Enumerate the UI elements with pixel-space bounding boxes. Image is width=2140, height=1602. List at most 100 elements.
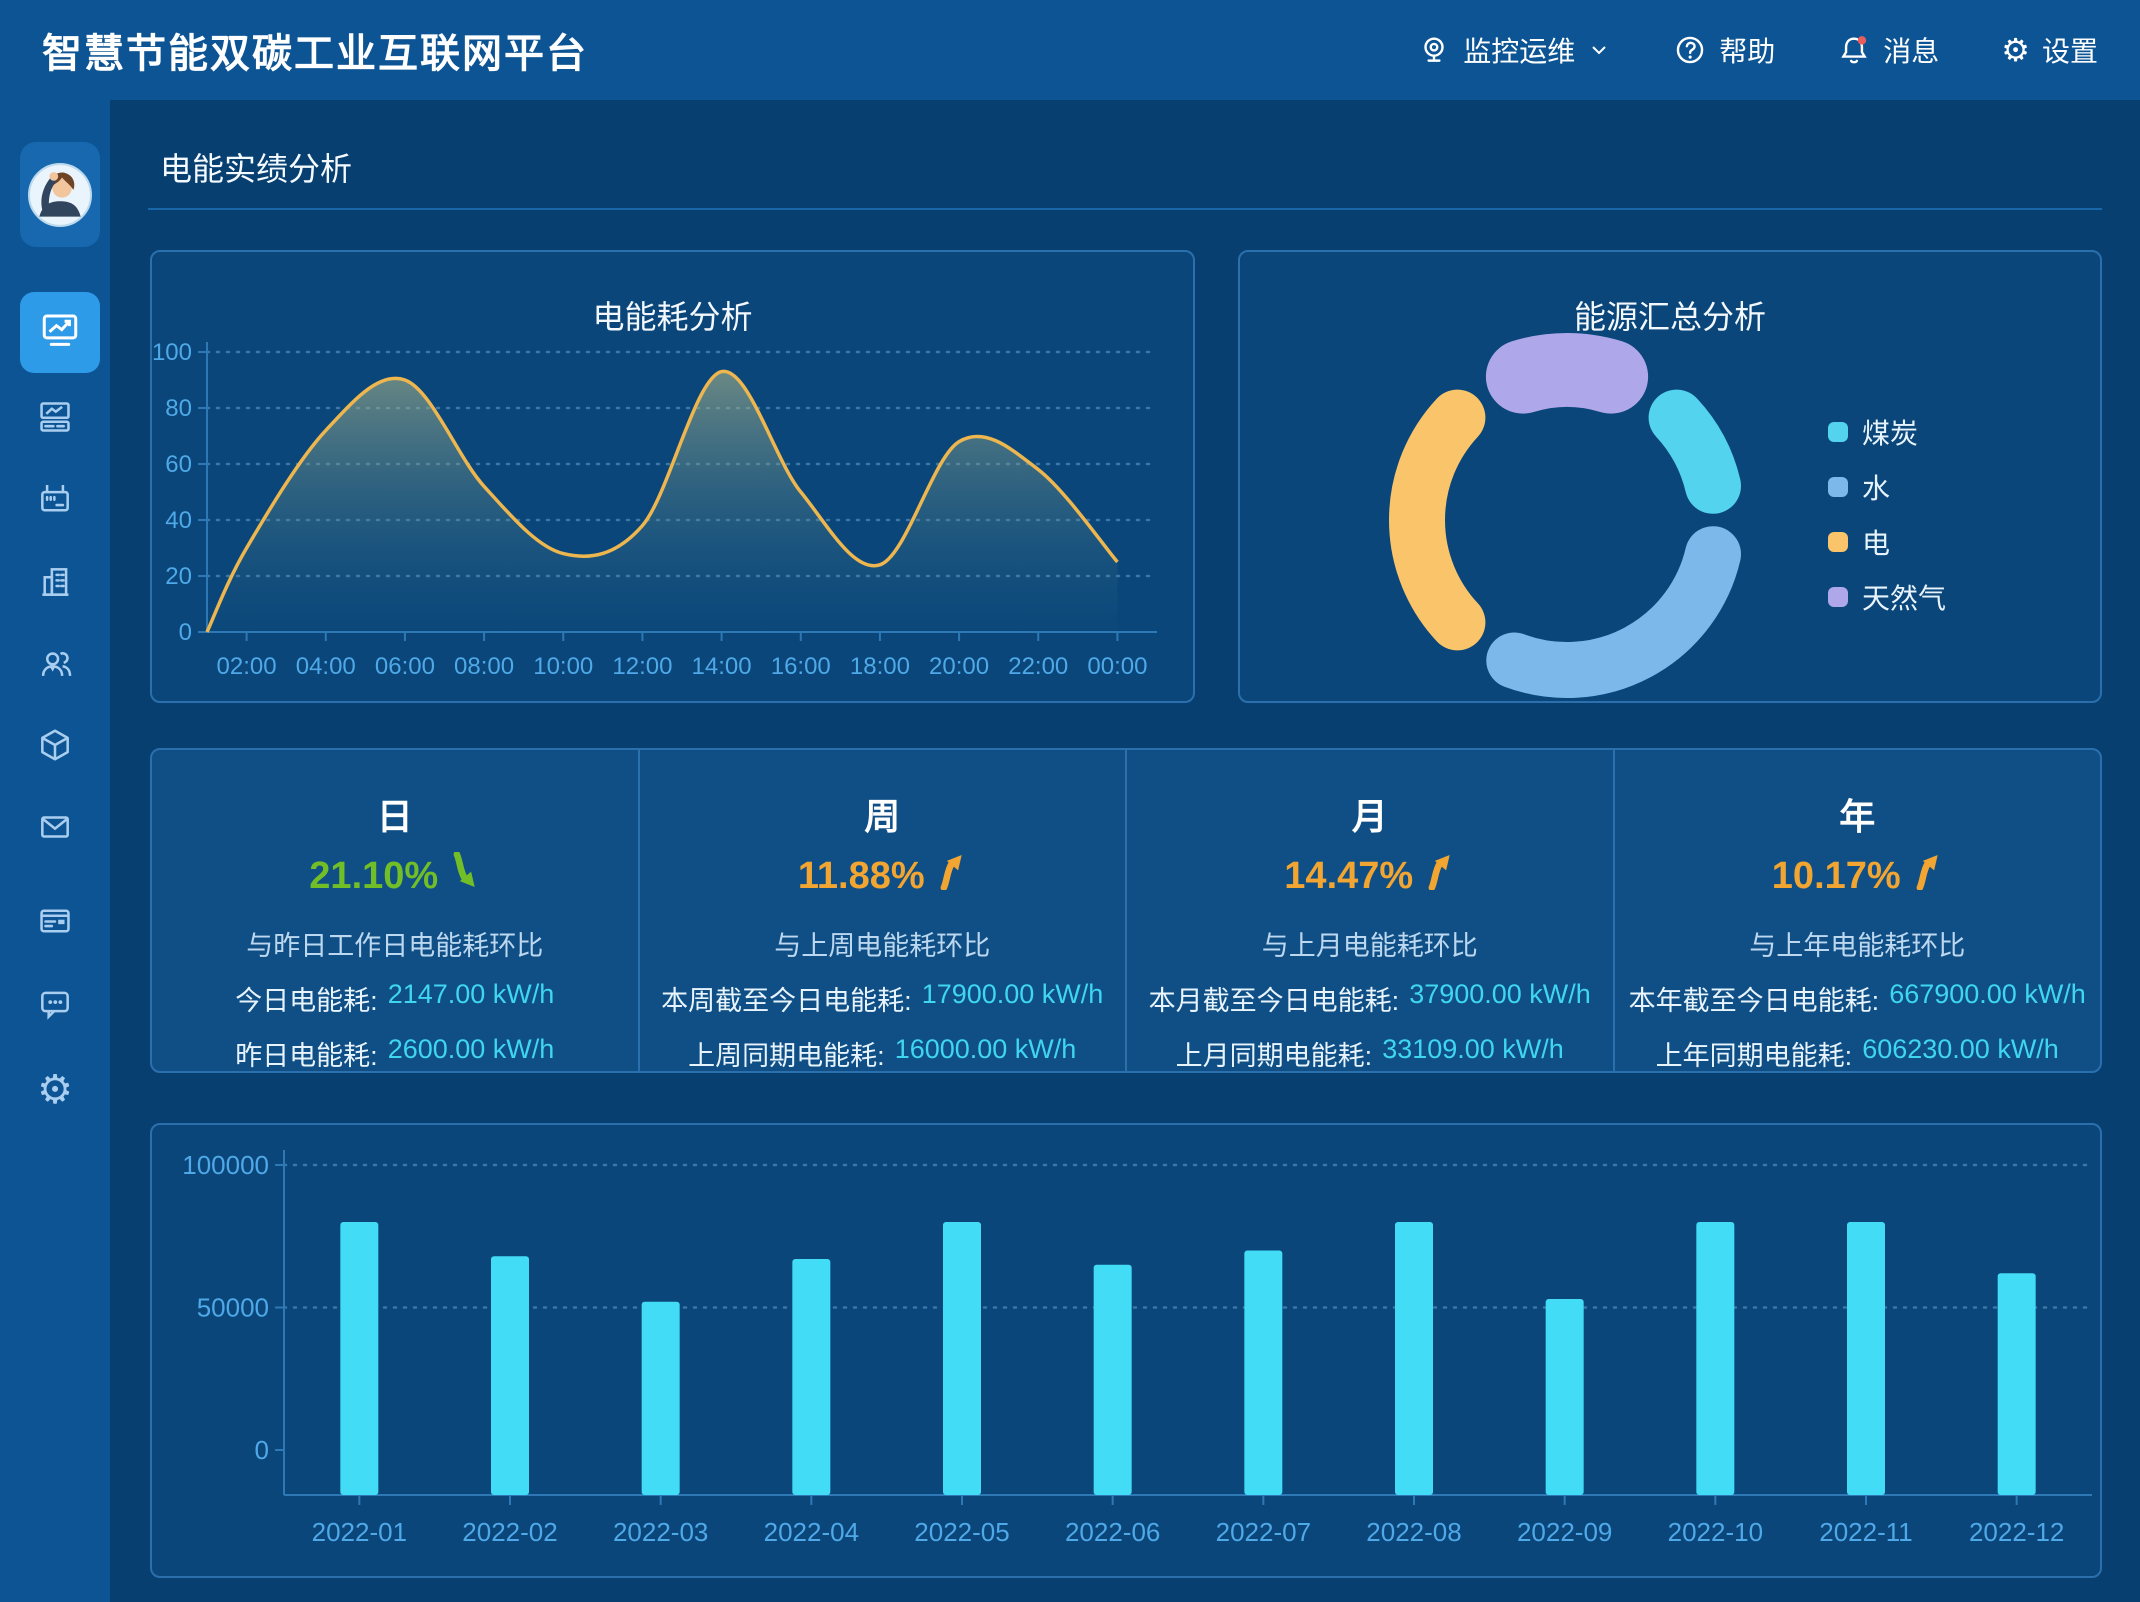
sidebar-item-analytics[interactable]	[20, 292, 100, 373]
menu-item-settings[interactable]: ⚙ 设置	[2001, 30, 2098, 70]
period-stats-row: 日 21.10% 与昨日工作日电能耗环比 今日电能耗:2147.00 kW/h …	[150, 748, 2102, 1073]
help-icon	[1673, 33, 1707, 67]
stat-desc: 与上年电能耗环比	[1749, 924, 1965, 963]
stat-value: 606230.00 kW/h	[1862, 1034, 2059, 1073]
svg-text:00:00: 00:00	[1087, 653, 1147, 680]
app-header: 智慧节能双碳工业互联网平台 监控运维	[0, 0, 2140, 100]
svg-text:2022-01: 2022-01	[312, 1517, 407, 1547]
svg-text:40: 40	[165, 507, 192, 534]
stat-value: 17900.00 kW/h	[922, 979, 1104, 1018]
app-title: 智慧节能双碳工业互联网平台	[42, 21, 588, 79]
svg-text:14:00: 14:00	[692, 653, 752, 680]
sidebar-item-users[interactable]	[15, 646, 95, 686]
trend-arrow-icon	[1911, 852, 1943, 900]
sidebar-item-messages[interactable]	[15, 986, 95, 1026]
sidebar-item-dashboard[interactable]	[15, 399, 95, 439]
legend-item-water[interactable]: 水	[1828, 470, 1890, 504]
stat-label: 上年同期电能耗:	[1656, 1034, 1853, 1073]
stat-card-year: 年 10.17% 与上年电能耗环比 本年截至今日电能耗:667900.00 kW…	[1613, 750, 2101, 1071]
chevron-down-icon	[1587, 38, 1611, 62]
donut-chart	[1240, 252, 2100, 701]
stat-label: 本周截至今日电能耗:	[661, 979, 912, 1018]
stat-card-week: 周 11.88% 与上周电能耗环比 本周截至今日电能耗:17900.00 kW/…	[638, 750, 1126, 1071]
stat-value: 2147.00 kW/h	[388, 979, 555, 1018]
stat-value: 16000.00 kW/h	[895, 1034, 1077, 1073]
svg-text:10:00: 10:00	[533, 653, 593, 680]
menu-item-messages[interactable]: 消息	[1837, 30, 1939, 70]
trend-arrow-icon	[1423, 852, 1455, 900]
energy-summary-pie-card: 能源汇总分析 煤炭 水 电 天然气	[1238, 250, 2102, 703]
dashboard-screen: 智慧节能双碳工业互联网平台 监控运维	[0, 0, 2140, 1602]
svg-text:2022-12: 2022-12	[1969, 1517, 2064, 1547]
bar-chart: 0500001000002022-012022-022022-032022-04…	[152, 1125, 2100, 1576]
svg-text:20: 20	[165, 563, 192, 590]
trend-arrow-icon	[448, 852, 480, 900]
sidebar-item-assets[interactable]	[15, 727, 95, 767]
svg-text:02:00: 02:00	[217, 653, 277, 680]
bell-icon	[1837, 33, 1871, 67]
badge-dot	[1858, 36, 1867, 45]
svg-text:16:00: 16:00	[771, 653, 831, 680]
svg-text:22:00: 22:00	[1008, 653, 1068, 680]
title-divider	[148, 208, 2102, 210]
svg-text:04:00: 04:00	[296, 653, 356, 680]
svg-text:50000: 50000	[197, 1293, 269, 1323]
menu-item-monitor-ops[interactable]: 监控运维	[1417, 30, 1611, 70]
users-icon	[36, 645, 74, 688]
legend-marker	[1828, 587, 1848, 607]
legend-item-coal[interactable]: 煤炭	[1828, 415, 1918, 449]
svg-text:20:00: 20:00	[929, 653, 989, 680]
svg-text:18:00: 18:00	[850, 653, 910, 680]
avatar[interactable]	[20, 142, 100, 247]
stat-value: 33109.00 kW/h	[1382, 1034, 1564, 1073]
svg-text:2022-05: 2022-05	[914, 1517, 1009, 1547]
svg-text:2022-03: 2022-03	[613, 1517, 708, 1547]
stat-value: 667900.00 kW/h	[1889, 979, 2086, 1018]
svg-text:0: 0	[179, 619, 192, 646]
stat-percent: 21.10%	[309, 855, 438, 898]
sidebar: ⚙	[0, 100, 110, 1602]
stat-desc: 与昨日工作日电能耗环比	[246, 924, 543, 963]
legend-item-electricity[interactable]: 电	[1828, 525, 1890, 559]
sidebar-item-mail[interactable]	[15, 809, 95, 849]
svg-text:2022-08: 2022-08	[1366, 1517, 1461, 1547]
legend-marker	[1828, 422, 1848, 442]
mail-icon	[36, 808, 74, 851]
svg-text:0: 0	[255, 1435, 269, 1465]
legend-marker	[1828, 477, 1848, 497]
line-chart-icon	[39, 309, 81, 356]
svg-text:2022-04: 2022-04	[764, 1517, 859, 1547]
stat-label: 本月截至今日电能耗:	[1149, 979, 1400, 1018]
svg-text:12:00: 12:00	[612, 653, 672, 680]
menu-item-help[interactable]: 帮助	[1673, 30, 1775, 70]
chat-icon	[36, 985, 74, 1028]
stat-value: 2600.00 kW/h	[388, 1034, 555, 1073]
cube-icon	[36, 726, 74, 769]
sidebar-item-billing[interactable]	[15, 903, 95, 943]
stat-label: 上周同期电能耗:	[688, 1034, 885, 1073]
svg-text:60: 60	[165, 451, 192, 478]
header-menu: 监控运维 帮助	[1417, 30, 2098, 70]
stat-label: 昨日电能耗:	[235, 1034, 378, 1073]
stat-label: 本年截至今日电能耗:	[1629, 979, 1880, 1018]
stat-label: 上月同期电能耗:	[1176, 1034, 1373, 1073]
gear-icon: ⚙	[2001, 34, 2030, 66]
stat-desc: 与上月电能耗环比	[1262, 924, 1478, 963]
stat-percent: 14.47%	[1284, 855, 1413, 898]
monitor-ops-icon	[1417, 33, 1451, 67]
stat-value: 37900.00 kW/h	[1409, 979, 1591, 1018]
svg-text:2022-11: 2022-11	[1819, 1517, 1913, 1547]
stat-label: 今日电能耗:	[235, 979, 378, 1018]
svg-text:06:00: 06:00	[375, 653, 435, 680]
stat-card-month: 月 14.47% 与上月电能耗环比 本月截至今日电能耗:37900.00 kW/…	[1125, 750, 1613, 1071]
legend-item-gas[interactable]: 天然气	[1828, 580, 1946, 614]
stat-percent: 10.17%	[1772, 855, 1901, 898]
svg-text:2022-09: 2022-09	[1517, 1517, 1612, 1547]
sidebar-item-device[interactable]	[15, 482, 95, 522]
sidebar-item-enterprise[interactable]	[15, 564, 95, 604]
svg-text:100000: 100000	[182, 1150, 269, 1180]
sidebar-item-settings[interactable]: ⚙	[15, 1070, 95, 1110]
legend-marker	[1828, 532, 1848, 552]
page-title: 电能实绩分析	[160, 144, 352, 190]
device-icon	[36, 481, 74, 524]
